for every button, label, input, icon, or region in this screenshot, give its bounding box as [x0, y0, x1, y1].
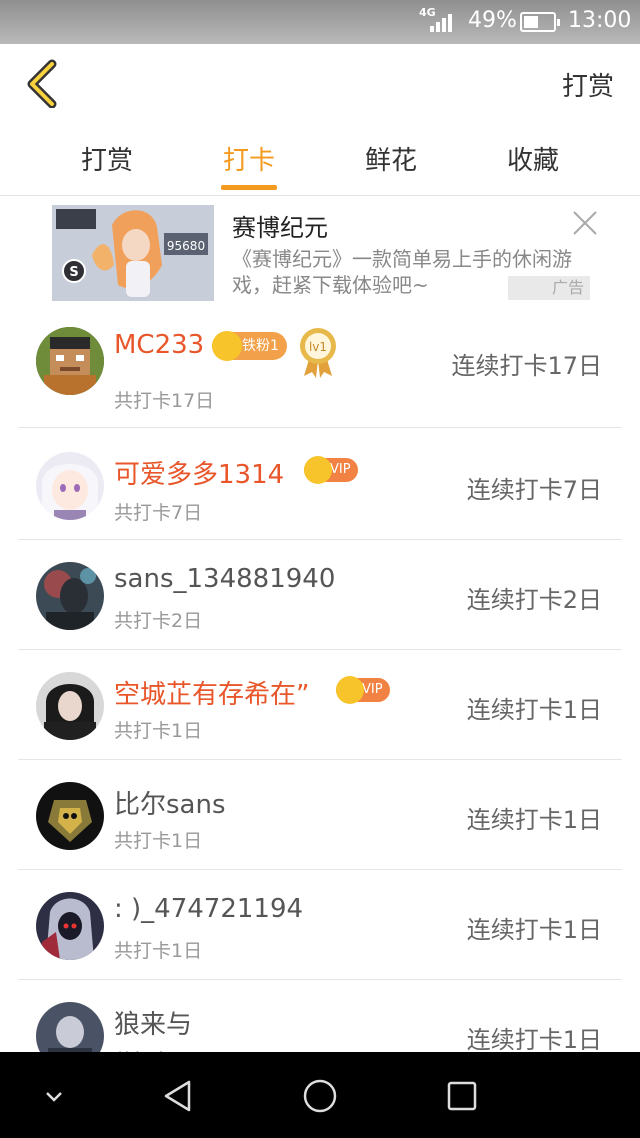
total-checkins: 共打卡1日 — [114, 940, 203, 962]
active-tab-indicator — [221, 185, 277, 190]
streak-days: 连续打卡1日 — [466, 806, 602, 834]
svg-text:lv1: lv1 — [309, 340, 327, 354]
streak-days: 连续打卡1日 — [466, 1026, 602, 1054]
tab-reward[interactable]: 打赏 — [36, 140, 178, 177]
chevron-left-icon — [27, 59, 57, 109]
username: 狼来与 — [114, 1010, 193, 1040]
triangle-back-icon — [164, 1080, 191, 1112]
close-icon — [573, 211, 597, 235]
nav-back-button[interactable] — [158, 1076, 198, 1116]
streak-days: 连续打卡17日 — [451, 352, 602, 380]
svg-text:95680: 95680 — [167, 239, 205, 253]
reward-action-button[interactable]: 打赏 — [562, 66, 614, 103]
ad-label-badge: 广告 — [508, 276, 590, 300]
list-item[interactable]: sans_134881940 共打卡2日 连续打卡2日 — [0, 540, 640, 650]
list-item[interactable]: MC233 铁粉1 lv1 共打卡17日 连续打卡17日 — [0, 318, 640, 428]
crown-icon — [304, 456, 332, 484]
list-item[interactable]: 可爱多多1314 VIP 共打卡7日 连续打卡7日 — [0, 430, 640, 540]
level-medal-icon: lv1 — [298, 326, 338, 378]
avatar — [36, 672, 104, 740]
username: : )_474721194 — [114, 894, 304, 924]
nav-recents-button[interactable] — [442, 1076, 482, 1116]
divider — [18, 427, 622, 428]
ad-game-thumbnail: S 95680 — [52, 205, 214, 301]
username: 空城芷有存希在” — [114, 680, 310, 710]
tab-flowers[interactable]: 鲜花 — [320, 140, 462, 177]
streak-days: 连续打卡1日 — [466, 916, 602, 944]
username: 比尔sans — [114, 790, 226, 820]
nav-home-button[interactable] — [300, 1076, 340, 1116]
avatar — [36, 782, 104, 850]
avatar — [36, 327, 104, 395]
avatar — [36, 562, 104, 630]
tab-checkin[interactable]: 打卡 — [178, 140, 320, 177]
streak-days: 连续打卡2日 — [466, 586, 602, 614]
crown-icon — [336, 676, 364, 704]
tab-bar: 打赏 打卡 鲜花 收藏 — [0, 126, 640, 196]
chevron-down-icon — [46, 1092, 62, 1102]
square-recents-icon — [447, 1081, 477, 1111]
battery-percent: 49% — [468, 8, 517, 33]
username: MC233 — [114, 330, 205, 360]
streak-days: 连续打卡7日 — [466, 476, 602, 504]
username: sans_134881940 — [114, 564, 336, 594]
svg-text:S: S — [69, 265, 78, 280]
vip-badge: VIP — [336, 676, 390, 704]
avatar — [36, 892, 104, 960]
total-checkins: 共打卡1日 — [114, 720, 203, 742]
circle-home-icon — [303, 1079, 337, 1113]
streak-days: 连续打卡1日 — [466, 696, 602, 724]
ad-title: 赛博纪元 — [232, 214, 328, 242]
list-item[interactable]: 比尔sans 共打卡1日 连续打卡1日 — [0, 760, 640, 870]
fan-level-badge: 铁粉1 — [212, 331, 287, 361]
username: 可爱多多1314 — [114, 460, 285, 490]
clock: 13:00 — [568, 8, 632, 33]
total-checkins: 共打卡7日 — [114, 502, 203, 524]
tab-favorites[interactable]: 收藏 — [462, 140, 604, 177]
ad-close-button[interactable] — [572, 210, 598, 236]
list-item[interactable]: 空城芷有存希在” VIP 共打卡1日 连续打卡1日 — [0, 650, 640, 760]
hide-keyboard-button[interactable] — [34, 1076, 74, 1116]
top-bar: 打赏 — [0, 44, 640, 126]
back-button[interactable] — [20, 58, 70, 109]
battery-icon — [520, 12, 560, 32]
crown-icon — [212, 331, 242, 361]
signal-icon — [430, 12, 456, 32]
system-nav-bar — [0, 1052, 640, 1138]
total-checkins: 共打卡17日 — [114, 390, 215, 412]
total-checkins: 共打卡2日 — [114, 610, 203, 632]
status-bar: 4G 49% 13:00 — [0, 0, 640, 44]
total-checkins: 共打卡1日 — [114, 830, 203, 852]
vip-badge: VIP — [304, 456, 358, 484]
list-item[interactable]: : )_474721194 共打卡1日 连续打卡1日 — [0, 870, 640, 980]
avatar — [36, 452, 104, 520]
